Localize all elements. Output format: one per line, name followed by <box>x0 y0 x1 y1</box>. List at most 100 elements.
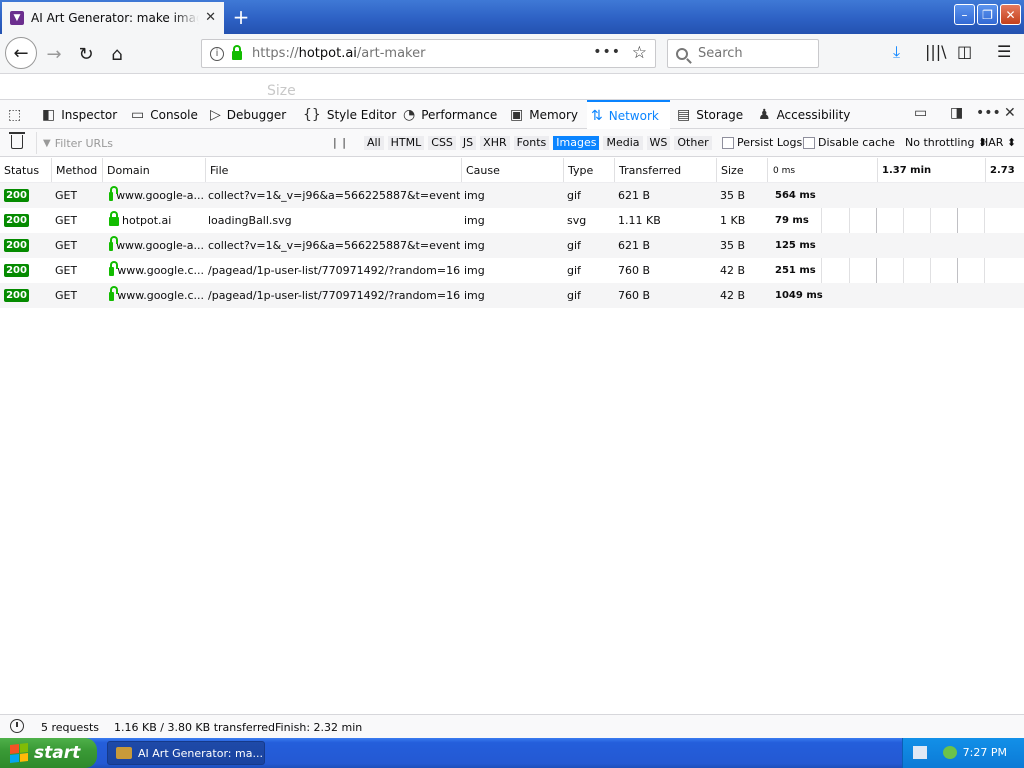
dock-toggle-icon[interactable]: ◨ <box>950 105 963 121</box>
timing-cell: 564 ms <box>775 190 816 201</box>
filter-images-button[interactable]: Images <box>553 136 600 150</box>
close-window-button[interactable]: ✕ <box>1000 4 1021 25</box>
responsive-design-icon[interactable]: ▭ <box>914 105 927 121</box>
table-row[interactable]: 200 GET www.google-a... collect?v=1&_v=j… <box>0 183 1024 208</box>
window-controls: – ❐ ✕ <box>954 4 1021 25</box>
tab-label: Storage <box>696 107 744 122</box>
keyboard-icon[interactable] <box>913 746 927 759</box>
type-cell: gif <box>567 239 581 252</box>
table-row[interactable]: 200 GET www.google.c... /pagead/1p-user-… <box>0 283 1024 308</box>
column-cause[interactable]: Cause <box>461 158 563 182</box>
secure-lock-icon <box>109 261 119 276</box>
library-icon[interactable]: |||\ <box>925 42 947 61</box>
table-row[interactable]: 200 GET hotpot.ai loadingBall.svg img sv… <box>0 208 1024 233</box>
tab-label: Inspector <box>61 107 118 122</box>
home-icon[interactable]: ⌂ <box>103 40 131 68</box>
column-file[interactable]: File <box>205 158 461 182</box>
close-devtools-icon[interactable]: ✕ <box>1004 105 1016 121</box>
tab-style-editor[interactable]: {} Style Editor <box>303 100 396 129</box>
network-tray-icon[interactable] <box>943 746 957 759</box>
page-content-peek: Size <box>0 75 1024 99</box>
menu-hamburger-icon[interactable]: ☰ <box>997 42 1011 61</box>
back-arrow-icon[interactable]: ← <box>5 37 37 69</box>
site-info-icon[interactable]: i <box>210 46 224 61</box>
element-picker-button[interactable]: ⬚ <box>8 100 27 129</box>
address-bar[interactable]: i https://hotpot.ai/art-maker ••• ☆ <box>201 39 656 68</box>
filter-all-button[interactable]: All <box>364 136 384 150</box>
checkbox-label: Disable cache <box>818 136 895 149</box>
transferred-cell: 1.11 KB <box>618 214 661 227</box>
sidebar-icon[interactable]: ◫ <box>957 42 972 61</box>
filter-js-button[interactable]: JS <box>459 136 477 150</box>
close-tab-icon[interactable]: ✕ <box>205 10 216 25</box>
transferred-cell: 760 B <box>618 264 651 277</box>
type-cell: gif <box>567 289 581 302</box>
column-method[interactable]: Method <box>51 158 102 182</box>
persist-logs-checkbox[interactable]: Persist Logs <box>722 136 802 149</box>
windows-taskbar: start AI Art Generator: ma... 7:27 PM <box>0 738 1024 768</box>
search-box[interactable]: Search <box>667 39 819 68</box>
restore-button[interactable]: ❐ <box>977 4 998 25</box>
throttling-select[interactable]: No throttling ⬍ <box>905 136 987 149</box>
performance-timer-icon[interactable] <box>10 719 24 733</box>
column-domain[interactable]: Domain <box>102 158 205 182</box>
clear-trash-icon[interactable] <box>9 132 25 149</box>
method-cell: GET <box>55 189 78 202</box>
devtools-toolbar: ⬚ ◧ Inspector ▭ Console ▷ Debugger {} Style … <box>0 99 1024 129</box>
filter-html-button[interactable]: HTML <box>387 136 425 150</box>
pause-icon[interactable]: | | <box>333 136 347 149</box>
status-badge: 200 <box>4 214 29 227</box>
updown-arrows-icon: ⇅ <box>591 107 603 124</box>
devtools-more-icon[interactable]: ••• <box>976 105 1001 121</box>
table-row[interactable]: 200 GET www.google.c... /pagead/1p-user-… <box>0 258 1024 283</box>
filter-fonts-button[interactable]: Fonts <box>513 136 550 150</box>
tab-accessibility[interactable]: ♟ Accessibility <box>758 100 850 129</box>
reload-icon[interactable]: ↻ <box>72 40 100 68</box>
page-actions-icon[interactable]: ••• <box>593 44 621 60</box>
secure-lock-icon[interactable] <box>232 45 242 60</box>
cause-cell: img <box>464 289 485 302</box>
funnel-icon: ▼ <box>43 137 51 149</box>
cause-cell: img <box>464 239 485 252</box>
new-tab-plus-icon[interactable]: + <box>230 5 252 29</box>
forward-arrow-icon[interactable]: → <box>40 40 68 68</box>
windows-flag-icon <box>10 743 28 763</box>
filter-urls-input[interactable]: ▼ Filter URLs <box>36 132 326 154</box>
column-size[interactable]: Size <box>716 158 767 182</box>
tab-debugger[interactable]: ▷ Debugger <box>210 100 286 129</box>
gauge-icon: ◔ <box>403 106 416 123</box>
size-cell: 35 B <box>720 189 746 202</box>
filter-other-button[interactable]: Other <box>674 136 712 150</box>
har-menu[interactable]: HAR ⬍ <box>980 136 1016 149</box>
tab-inspector[interactable]: ◧ Inspector <box>42 100 117 129</box>
url-text[interactable]: https://hotpot.ai/art-maker <box>252 46 425 61</box>
tab-performance[interactable]: ◔ Performance <box>403 100 497 129</box>
table-row[interactable]: 200 GET www.google-a... collect?v=1&_v=j… <box>0 233 1024 258</box>
filter-css-button[interactable]: CSS <box>428 136 456 150</box>
file-cell: collect?v=1&_v=j96&a=566225887&t=event&_… <box>208 189 460 202</box>
chip-icon: ▣ <box>510 106 524 123</box>
tab-memory[interactable]: ▣ Memory <box>510 100 578 129</box>
clock: 7:27 PM <box>962 746 1007 759</box>
column-transferred[interactable]: Transferred <box>614 158 716 182</box>
domain-text: www.google.c... <box>117 263 204 277</box>
minimize-button[interactable]: – <box>954 4 975 25</box>
column-status[interactable]: Status <box>0 158 50 182</box>
taskbar-window-button[interactable]: AI Art Generator: ma... <box>107 741 265 765</box>
status-badge: 200 <box>4 289 29 302</box>
checkbox-box <box>803 136 815 149</box>
browser-tab[interactable]: ▼ AI Art Generator: make images with ✕ <box>2 2 224 34</box>
disable-cache-checkbox[interactable]: Disable cache <box>803 136 895 149</box>
tab-network[interactable]: ⇅ Network <box>587 100 670 129</box>
column-type[interactable]: Type <box>563 158 614 182</box>
tab-console[interactable]: ▭ Console <box>131 100 198 129</box>
transferred-cell: 621 B <box>618 189 651 202</box>
downloads-icon[interactable]: ⤓ <box>893 42 900 62</box>
filter-ws-button[interactable]: WS <box>646 136 671 150</box>
column-waterfall[interactable]: 0 ms <box>767 158 877 182</box>
filter-xhr-button[interactable]: XHR <box>480 136 510 150</box>
start-button[interactable]: start <box>0 738 97 768</box>
filter-media-button[interactable]: Media <box>603 136 643 150</box>
tab-storage[interactable]: ▤ Storage <box>677 100 743 129</box>
bookmark-star-icon[interactable]: ☆ <box>632 43 647 63</box>
